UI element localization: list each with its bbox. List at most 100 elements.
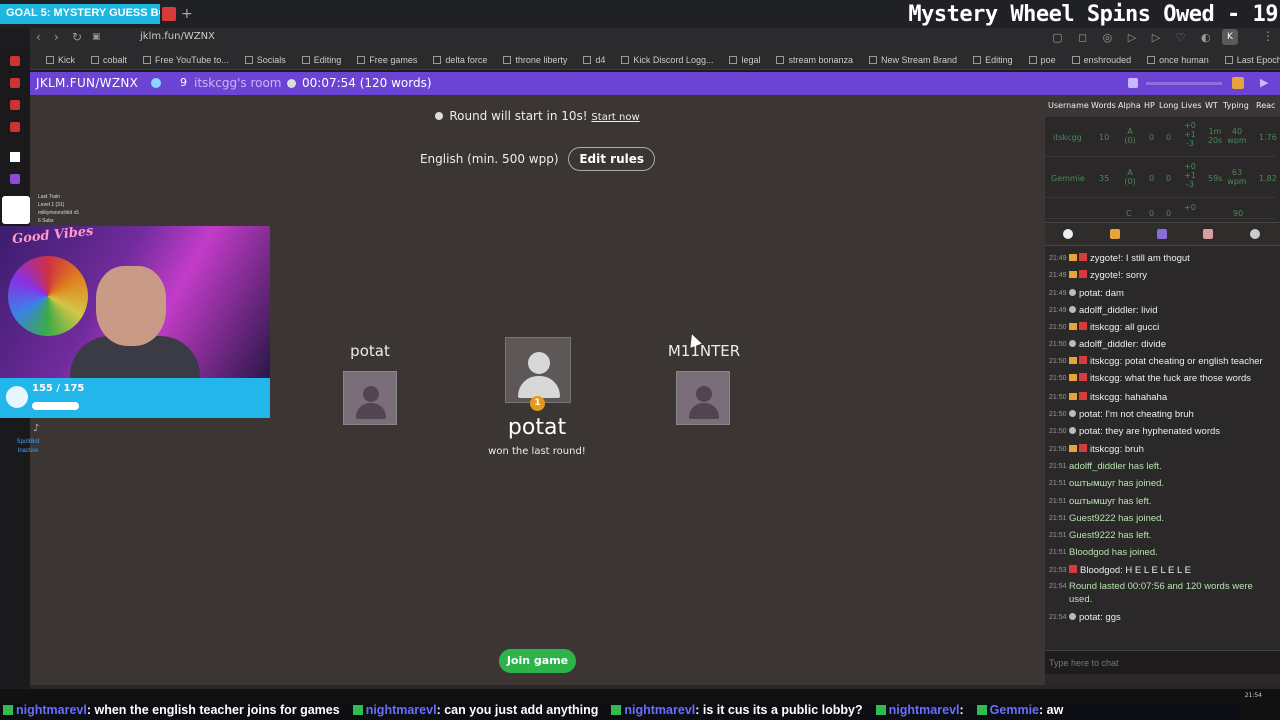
chat-input[interactable] — [1045, 652, 1275, 674]
tiktok-icon: ♪ — [33, 423, 40, 434]
bookmark-item[interactable]: legal — [729, 49, 760, 69]
col-words[interactable]: Words — [1091, 101, 1116, 110]
message-text: adolff_diddler has left. — [1069, 460, 1162, 472]
site-info-icon[interactable]: ▣ — [92, 32, 101, 42]
col-hp[interactable]: HP — [1144, 101, 1155, 110]
chat-message: 21:51 Bloodgod has joined. — [1045, 544, 1275, 561]
rail-icon[interactable] — [10, 122, 20, 132]
rules-tab-icon[interactable] — [1110, 229, 1120, 239]
folder-icon — [621, 56, 630, 64]
message-text: : H E L E L E L E — [1120, 564, 1191, 576]
message-text: : they are hyphenated words — [1100, 426, 1221, 438]
message-user[interactable]: potat — [1079, 288, 1100, 299]
bookmark-item[interactable]: Socials — [244, 49, 286, 69]
tab-close-icon[interactable] — [162, 7, 176, 21]
message-user[interactable]: zygote! — [1090, 270, 1121, 281]
spotibot-status: SpotiBot Inactive — [8, 438, 48, 456]
bookmark-item[interactable]: delta force — [433, 49, 487, 69]
twitch-icon[interactable] — [10, 174, 20, 184]
bookmark-item[interactable]: cobalt — [91, 49, 128, 69]
player-count: 9 — [180, 76, 187, 89]
user-badge-icon — [1079, 391, 1087, 400]
bookmark-item[interactable]: Editing — [973, 49, 1013, 69]
chat-ticker-overlay: nightmarevl: when the english teacher jo… — [0, 703, 1240, 720]
bookmark-item[interactable]: Kick Discord Logg... — [621, 49, 713, 69]
reload-icon[interactable]: ↻ — [72, 30, 82, 44]
rail-icon[interactable] — [10, 100, 20, 110]
menu-icon[interactable]: ⋮ — [1262, 29, 1274, 43]
col-wt[interactable]: WT — [1205, 101, 1218, 110]
new-tab-icon[interactable]: + — [181, 6, 193, 22]
message-user[interactable]: itskcgg — [1090, 373, 1120, 384]
col-username[interactable]: Username — [1048, 101, 1089, 110]
bookmark-item[interactable]: once human — [1147, 49, 1209, 69]
message-user[interactable]: potat — [1079, 409, 1100, 420]
info-line: Last Train — [38, 194, 60, 200]
col-typing[interactable]: Typing — [1223, 101, 1249, 110]
message-user[interactable]: itskcgg — [1090, 322, 1120, 333]
bookmark-item[interactable]: Free games — [357, 49, 417, 69]
bookmark-item[interactable]: Last Epoch Patch... — [1224, 49, 1280, 69]
message-user[interactable]: potat — [1079, 612, 1100, 623]
col-reac[interactable]: Reac — [1256, 101, 1275, 110]
message-text: : divide — [1135, 339, 1166, 351]
message-user[interactable]: adolff_diddler — [1079, 339, 1136, 350]
rules-text: English (min. 500 wpp) — [419, 152, 559, 166]
crown-icon[interactable] — [1232, 77, 1244, 89]
start-now-link[interactable]: Start now — [591, 112, 639, 123]
side-panel: Username Words Alpha HP Long Lives WT Ty… — [1045, 95, 1280, 685]
message-user[interactable]: adolff_diddler — [1079, 305, 1136, 316]
folder-icon — [583, 56, 592, 64]
bookmark-item[interactable]: enshrouded — [1071, 49, 1131, 69]
browser-nav-bar: ‹ › ↻ ▣ jklm.fun/WZNX ▢ ◻ ◎ ▷ ▷ ♡ ◐ ⧉ K … — [30, 28, 1280, 48]
bookmark-item[interactable]: d4 — [583, 49, 605, 69]
rail-icon[interactable] — [10, 78, 20, 88]
streamer-head — [96, 266, 166, 346]
message-user[interactable]: itskcgg — [1090, 392, 1120, 403]
rail-icon[interactable] — [10, 56, 20, 66]
col-lives[interactable]: Lives — [1181, 101, 1202, 110]
chat-message: 21:53 Bloodgod: H E L E L E L E — [1045, 562, 1275, 579]
spotibot-label: SpotiBot — [16, 439, 40, 445]
bookmark-item[interactable]: Editing — [301, 49, 342, 69]
message-text: Guest9222 has left. — [1069, 530, 1152, 542]
join-game-button[interactable]: Join game — [499, 649, 576, 673]
bookmark-item[interactable]: throne liberty — [503, 49, 567, 69]
message-user[interactable]: zygote! — [1090, 253, 1121, 264]
edit-rules-button[interactable]: Edit rules — [568, 147, 656, 171]
volume-icon[interactable] — [1128, 78, 1138, 88]
chat-message: 21:50 itskcgg: potat cheating or english … — [1045, 354, 1275, 372]
back-icon[interactable]: ‹ — [36, 30, 41, 44]
chat-message: 21:50 itskcgg: all gucci — [1045, 319, 1275, 336]
room-url[interactable]: JKLM.FUN/WZNX — [36, 76, 138, 90]
bookmark-item[interactable]: New Stream Brand — [869, 49, 957, 69]
volume-slider[interactable] — [1146, 82, 1222, 85]
cell-alpha: A (0) — [1124, 168, 1136, 186]
extension-icons[interactable]: ▢ ◻ ◎ ▷ ▷ ♡ ◐ ⧉ — [1052, 31, 1240, 45]
bookmark-item[interactable]: Kick — [46, 49, 75, 69]
ticker-text: : when the english teacher joins for gam… — [86, 703, 340, 717]
message-user[interactable]: potat — [1079, 426, 1100, 437]
chat-tab-icon[interactable] — [1063, 229, 1073, 239]
address-bar[interactable]: jklm.fun/WZNX — [140, 31, 215, 42]
message-user[interactable]: itskcgg — [1090, 444, 1120, 455]
players-tab-icon[interactable] — [1203, 229, 1213, 239]
col-long[interactable]: Long — [1159, 101, 1178, 110]
message-time: 21:51 — [1049, 480, 1067, 488]
bookmark-item[interactable]: stream bonanza — [776, 49, 853, 69]
bookmark-item[interactable]: Free YouTube to... — [143, 49, 229, 69]
bookmark-label: Editing — [313, 55, 342, 65]
bookmark-item[interactable]: poe — [1028, 49, 1056, 69]
message-user[interactable]: Bloodgod — [1080, 565, 1120, 576]
stream-info: Last Train Level 1 (31) milkymoonchild x… — [38, 193, 79, 225]
rail-icon[interactable] — [10, 152, 20, 162]
chat-message: 21:50 itskcgg: bruh — [1045, 441, 1275, 458]
collapse-icon[interactable]: ▶ — [1260, 76, 1268, 89]
profile-avatar[interactable]: K — [1222, 29, 1238, 45]
bookmark-label: cobalt — [103, 55, 128, 65]
col-alpha[interactable]: Alpha — [1118, 101, 1141, 110]
voice-tab-icon[interactable] — [1157, 229, 1167, 239]
settings-tab-icon[interactable] — [1250, 229, 1260, 239]
forward-icon[interactable]: › — [54, 30, 59, 44]
message-user[interactable]: itskcgg — [1090, 356, 1120, 367]
